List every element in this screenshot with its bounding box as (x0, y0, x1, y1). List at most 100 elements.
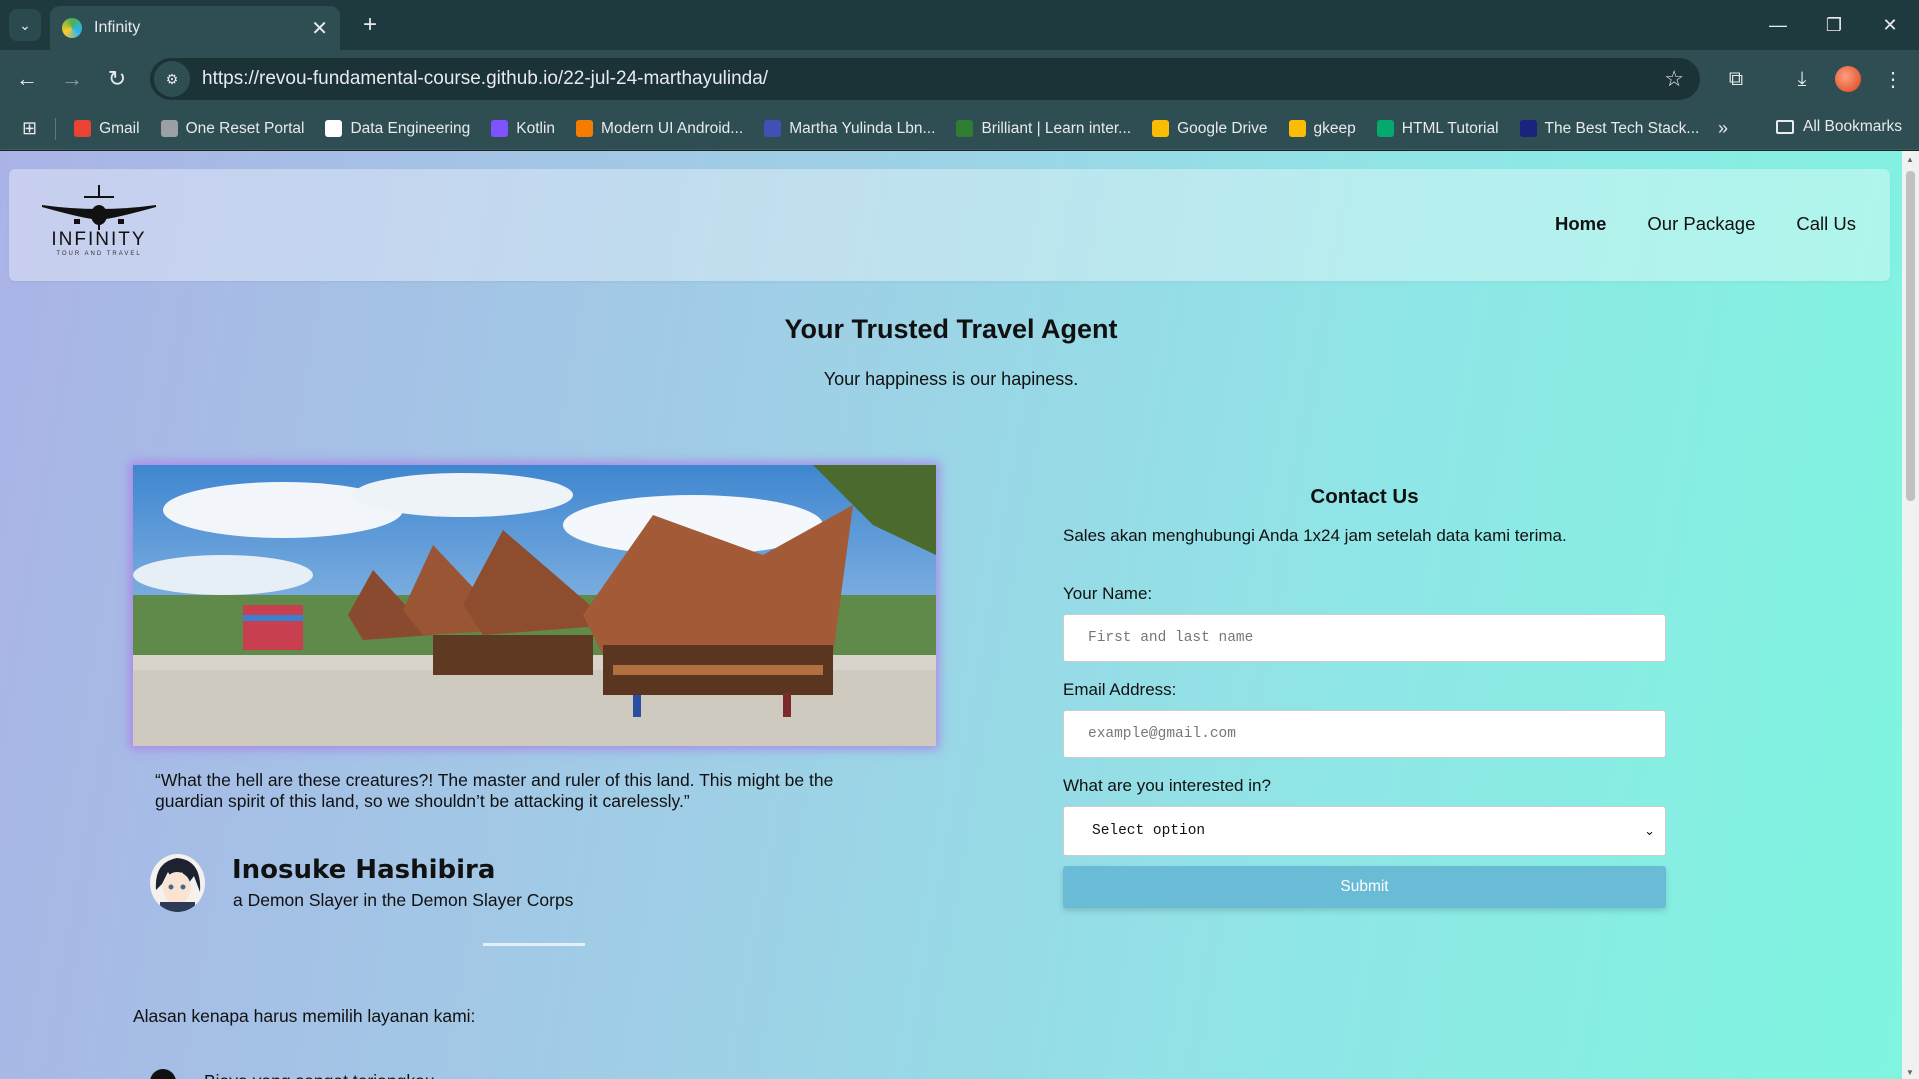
scrollbar-thumb[interactable] (1906, 171, 1915, 501)
bookmark-item[interactable]: Martha Yulinda Lbn... (764, 120, 935, 138)
bookmark-item[interactable]: The Best Tech Stack... (1519, 119, 1700, 138)
interest-select[interactable]: Select option ⌄ (1063, 806, 1666, 856)
site-header: INFINITY TOUR AND TRAVEL Home Our Packag… (9, 169, 1890, 281)
bookmark-label: Data Engineering (350, 119, 471, 137)
reasons-heading: Alasan kenapa harus memilih layanan kami… (133, 1006, 476, 1026)
close-tab-icon[interactable]: ✕ (311, 16, 328, 41)
restore-button[interactable]: ❐ (1806, 0, 1862, 50)
active-tab[interactable]: Infinity ✕ (50, 6, 340, 50)
bookmark-favicon-icon (160, 120, 178, 137)
bookmark-favicon-icon (1376, 120, 1394, 137)
testimonial-avatar (150, 854, 205, 912)
contact-description: Sales akan menghubungi Anda 1x24 jam set… (1063, 526, 1567, 545)
scroll-down-icon[interactable]: ▼ (1906, 1068, 1914, 1077)
submit-button[interactable]: Submit (1063, 866, 1666, 908)
bookmark-star-icon[interactable]: ☆ (1664, 66, 1684, 92)
interest-selected-value: Select option (1092, 823, 1206, 839)
scroll-up-icon[interactable]: ▲ (1906, 155, 1914, 164)
bookmark-item[interactable]: One Reset Portal (160, 119, 305, 138)
profile-avatar[interactable] (1835, 66, 1861, 92)
testimonial-role: a Demon Slayer in the Demon Slayer Corps (233, 890, 574, 910)
tab-strip: ⌄ Infinity ✕ + — ❐ ✕ (0, 0, 1919, 50)
interest-label: What are you interested in? (1063, 776, 1271, 795)
bookmark-favicon-icon (1288, 120, 1306, 137)
close-window-button[interactable]: ✕ (1862, 0, 1918, 50)
bookmark-item[interactable]: Brilliant | Learn inter... (956, 120, 1131, 138)
site-favicon-icon (62, 18, 82, 38)
logo[interactable]: INFINITY TOUR AND TRAVEL (39, 183, 159, 269)
site-info-icon[interactable]: ⚙ (154, 61, 190, 97)
airplane-icon (42, 185, 156, 230)
bookmark-item[interactable]: gkeep (1288, 119, 1356, 138)
bookmark-label: One Reset Portal (185, 119, 305, 137)
extensions-icon[interactable]: ⧉ (1720, 63, 1752, 95)
testimonial-quote: “What the hell are these creatures?! The… (155, 770, 834, 811)
bookmark-label: Google Drive (1177, 119, 1268, 137)
name-label: Your Name: (1063, 584, 1153, 603)
address-bar[interactable]: ⚙ https://revou-fundamental-course.githu… (150, 58, 1700, 100)
bookmark-favicon-icon (74, 120, 92, 137)
bookmark-item[interactable]: Modern UI Android... (576, 120, 743, 138)
main-nav: Home Our Package Call Us (1555, 213, 1856, 235)
bookmark-item[interactable]: Data Engineering (325, 120, 470, 138)
nav-call-link[interactable]: Call Us (1796, 213, 1856, 235)
bookmark-label: Martha Yulinda Lbn... (789, 119, 936, 137)
reload-icon[interactable]: ↻ (101, 63, 133, 95)
email-placeholder: example@gmail.com (1088, 726, 1236, 742)
bookmarks-separator (55, 117, 57, 140)
bookmark-label: Gmail (99, 119, 140, 137)
reason-item: Biaya yang sangat terjangkau (204, 1071, 435, 1079)
bookmark-label: Modern UI Android... (601, 119, 744, 137)
reason-bullet-icon (150, 1069, 176, 1079)
logo-brand: INFINITY (51, 229, 147, 250)
bookmark-favicon-icon (1152, 120, 1170, 137)
bookmark-favicon-icon (325, 120, 343, 137)
bookmark-favicon-icon (764, 120, 782, 137)
new-tab-button[interactable]: + (355, 10, 385, 40)
logo-tagline: TOUR AND TRAVEL (56, 251, 142, 257)
contact-title: Contact Us (1310, 485, 1419, 508)
url-text[interactable]: https://revou-fundamental-course.github.… (202, 68, 1664, 90)
hero-subtitle: Your happiness is our hapiness. (823, 369, 1079, 389)
bookmark-favicon-icon (956, 120, 974, 137)
tab-title: Infinity (94, 19, 141, 36)
minimize-button[interactable]: — (1750, 0, 1806, 50)
menu-kebab-icon[interactable]: ⋮ (1877, 63, 1909, 95)
all-bookmarks-label: All Bookmarks (1803, 118, 1903, 135)
page-scrollbar[interactable]: ▲ ▼ (1902, 151, 1919, 1079)
folder-icon (1776, 120, 1794, 134)
bookmark-item[interactable]: Google Drive (1152, 119, 1268, 138)
bookmark-item[interactable]: Gmail (74, 119, 140, 138)
section-divider (483, 943, 585, 946)
testimonial-name: Inosuke Hashibira (232, 855, 496, 885)
forward-icon[interactable]: → (56, 63, 88, 95)
browser-toolbar: ← → ↻ ⚙ https://revou-fundamental-course… (0, 50, 1919, 108)
nav-home-link[interactable]: Home (1555, 213, 1606, 235)
bookmark-label: gkeep (1313, 119, 1356, 137)
back-icon[interactable]: ← (11, 63, 43, 95)
bookmark-label: HTML Tutorial (1401, 119, 1499, 137)
tab-search-button[interactable]: ⌄ (9, 9, 41, 41)
bookmarks-bar: ⊞ Gmail One Reset Portal Data Engineering K… (0, 108, 1919, 150)
bookmark-item[interactable]: Kotlin (491, 120, 555, 138)
apps-grid-icon[interactable]: ⊞ (22, 118, 37, 139)
nav-package-link[interactable]: Our Package (1647, 213, 1755, 235)
bookmark-favicon-icon (491, 120, 509, 137)
bookmark-label: Brilliant | Learn inter... (981, 119, 1132, 137)
hero-title: Your Trusted Travel Agent (784, 314, 1118, 344)
chevron-down-icon: ⌄ (1644, 823, 1655, 839)
download-icon[interactable]: ⤓ (1786, 63, 1818, 95)
name-placeholder: First and last name (1088, 630, 1254, 646)
more-bookmarks-icon[interactable]: » (1718, 118, 1728, 139)
name-input[interactable]: First and last name (1063, 614, 1666, 662)
destination-photo (133, 465, 936, 746)
bookmark-item[interactable]: HTML Tutorial (1376, 119, 1499, 138)
email-input[interactable]: example@gmail.com (1063, 710, 1666, 758)
bookmark-label: The Best Tech Stack... (1544, 119, 1700, 137)
bookmark-list: Gmail One Reset Portal Data Engineering Kot… (74, 120, 1720, 138)
page-viewport: INFINITY TOUR AND TRAVEL Home Our Packag… (0, 151, 1902, 1079)
bookmark-label: Kotlin (516, 119, 556, 137)
all-bookmarks-button[interactable]: All Bookmarks (1776, 118, 1902, 136)
bookmark-favicon-icon (576, 120, 594, 137)
email-label: Email Address: (1063, 680, 1177, 699)
